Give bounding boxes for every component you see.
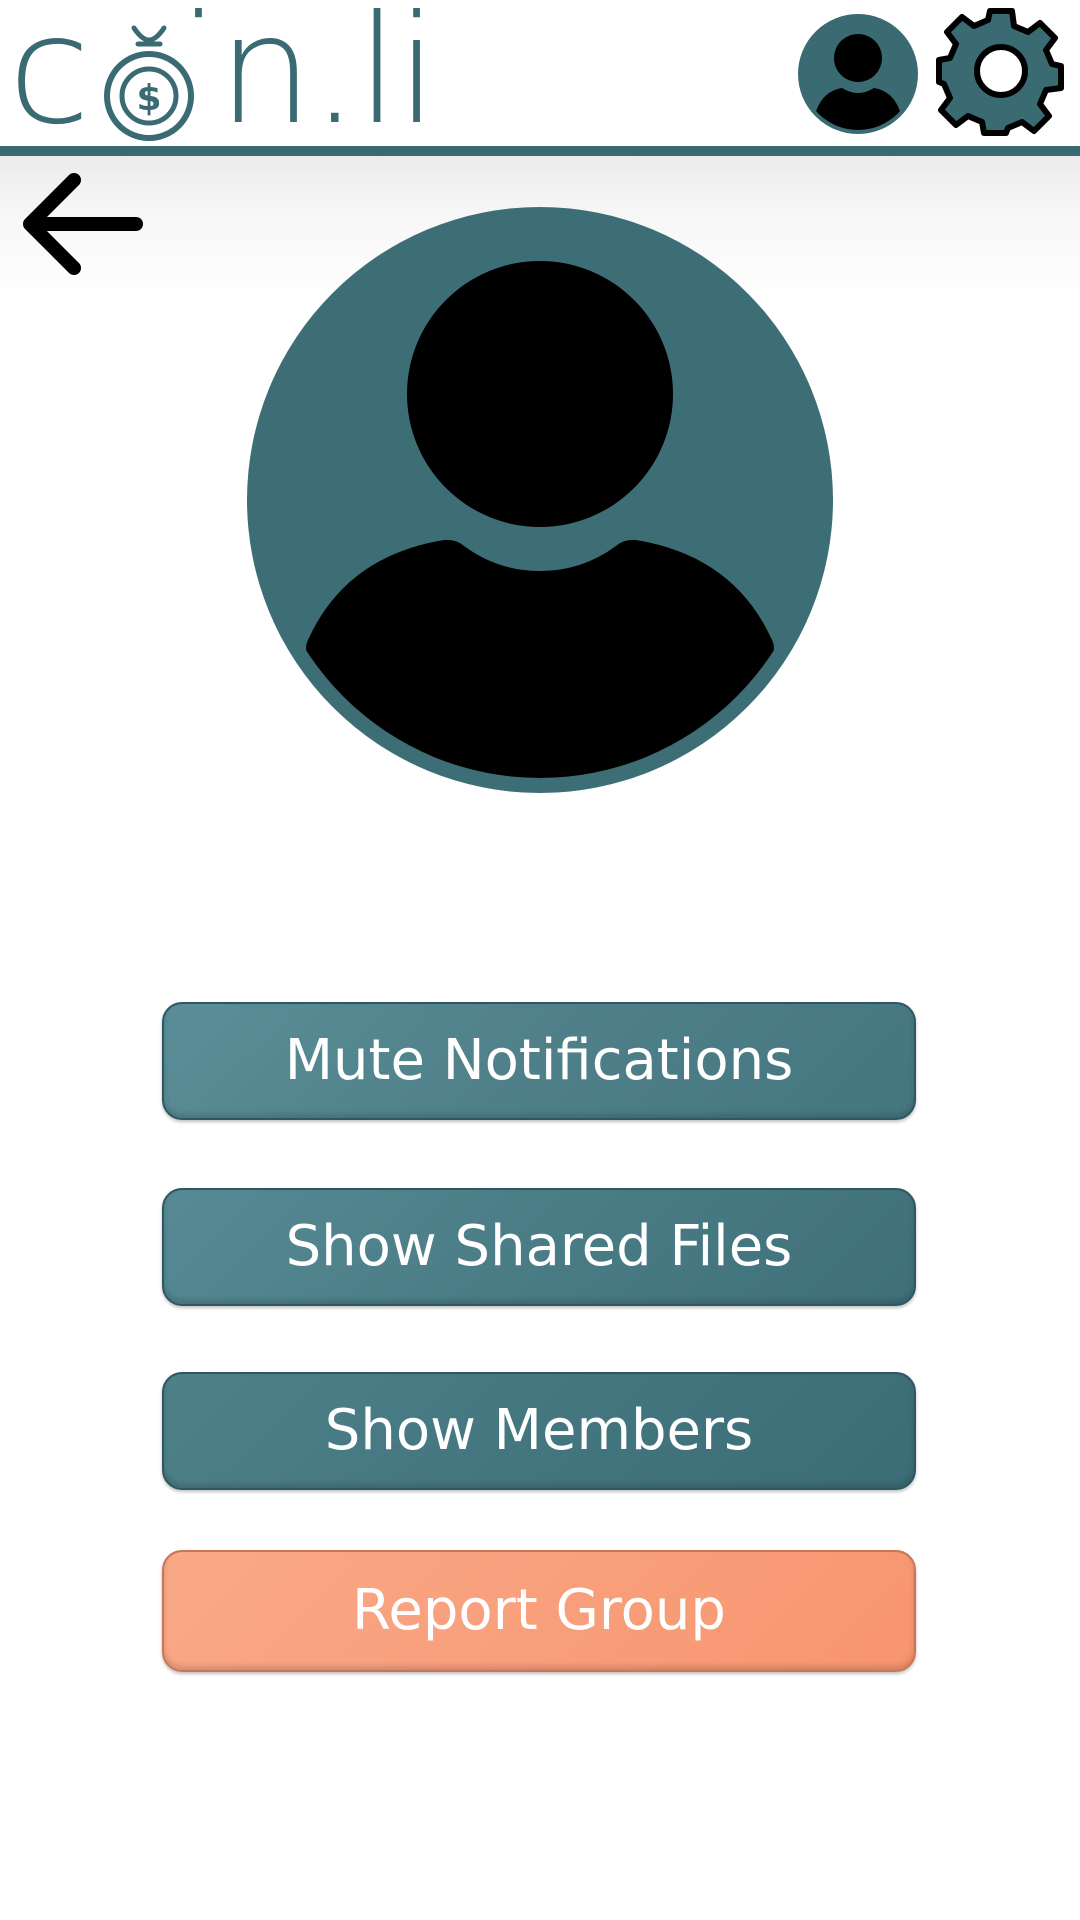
svg-text:$: $: [136, 78, 161, 119]
app-logo-text: coin.li: [8, 0, 438, 158]
group-avatar-placeholder-icon: [247, 207, 833, 793]
money-bag-icon: $: [96, 25, 202, 144]
user-avatar-icon[interactable]: [796, 12, 920, 136]
gear-icon[interactable]: [936, 6, 1066, 136]
app-logo: coin.li $: [8, 0, 438, 146]
show-members-button[interactable]: Show Members: [162, 1372, 916, 1490]
header-divider: [0, 146, 1080, 156]
mute-notifications-button[interactable]: Mute Notifications: [162, 1002, 916, 1120]
arrow-left-icon[interactable]: [18, 170, 148, 280]
app-header: coin.li $: [0, 0, 1080, 146]
report-group-button[interactable]: Report Group: [162, 1550, 916, 1672]
show-shared-files-button[interactable]: Show Shared Files: [162, 1188, 916, 1306]
